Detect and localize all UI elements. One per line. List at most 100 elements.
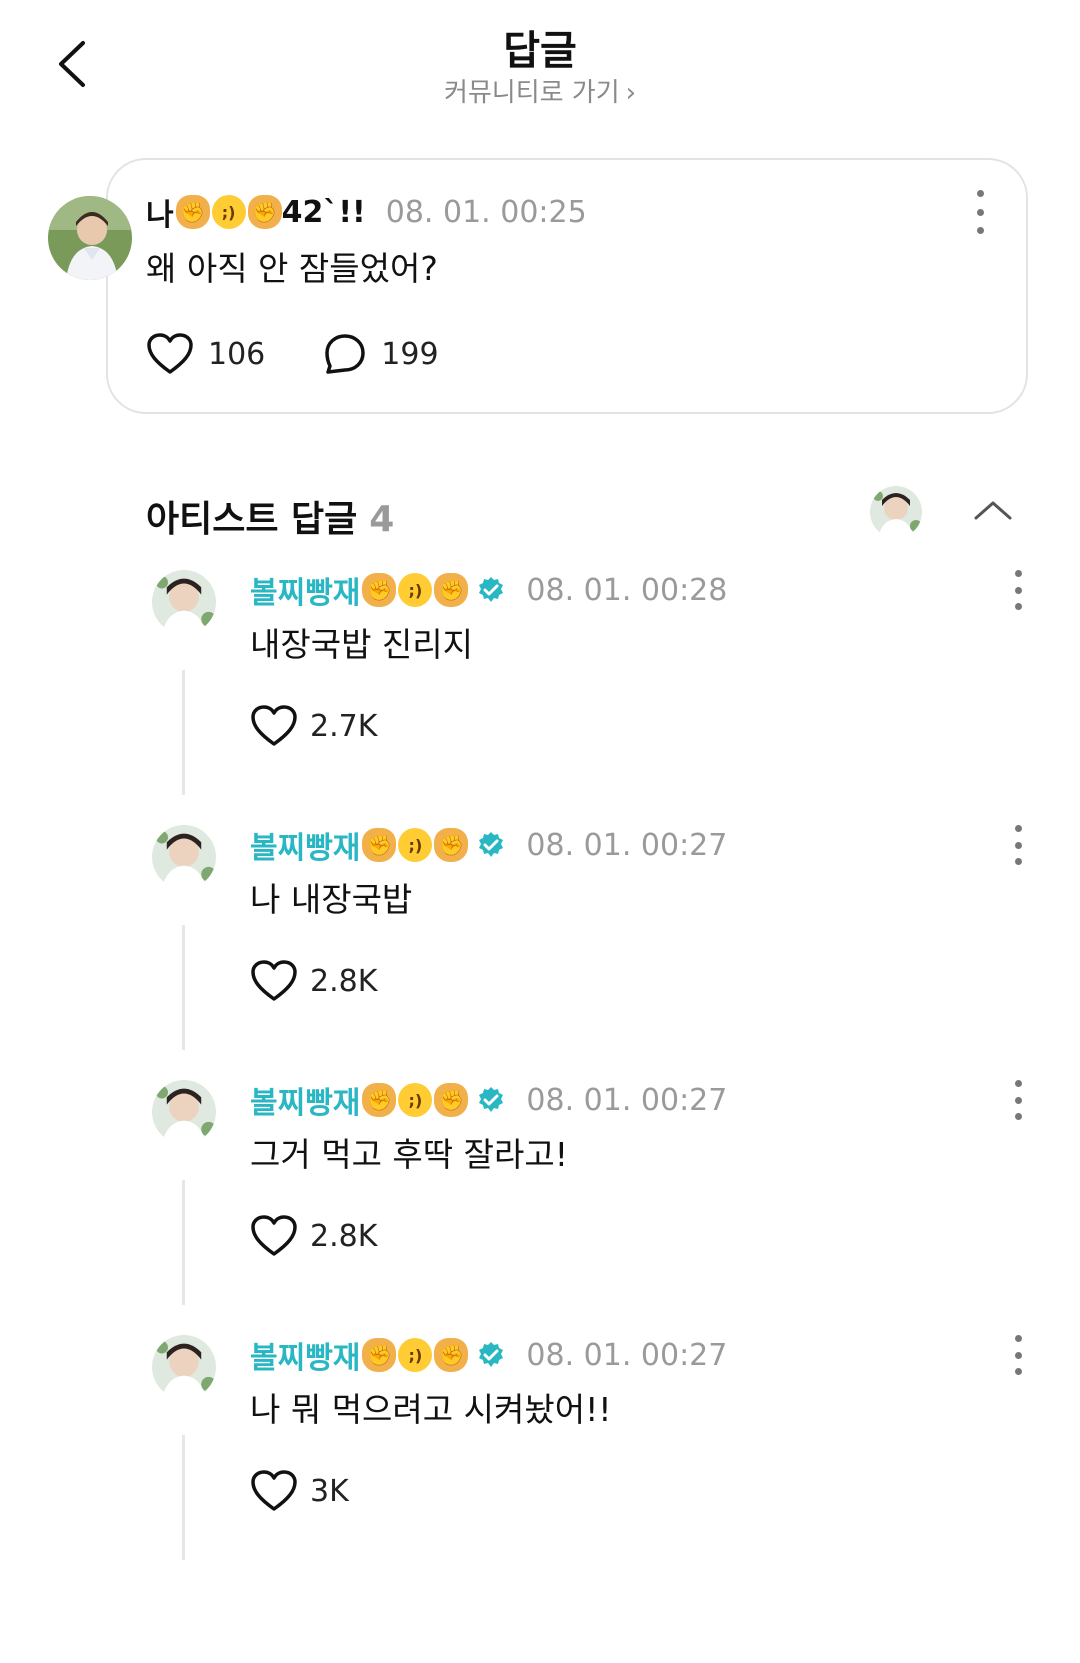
collapse-button[interactable] (970, 490, 1016, 530)
thread-line (182, 925, 185, 1050)
artist-name[interactable]: 볼찌빵재 ✊ ;) ✊ (250, 1078, 469, 1122)
more-dot-icon (1014, 841, 1022, 849)
like-button[interactable]: 106 (146, 332, 265, 376)
more-dot-icon (1014, 1351, 1022, 1359)
winking-face-emoji-icon: ;) (398, 828, 433, 862)
profile-photo-icon (48, 196, 132, 280)
raised-fist-emoji-icon: ✊ (362, 1338, 397, 1372)
reply-item: 볼찌빵재 ✊ ;) ✊ 08. 01. 00:27 나 내장국밥 2.8K (0, 825, 1080, 1093)
reply-author-row: 볼찌빵재 ✊ ;) ✊ 08. 01. 00:27 (250, 1078, 728, 1122)
community-link-label: 커뮤니티로 가기 (443, 78, 620, 108)
artist-name[interactable]: 볼찌빵재 ✊ ;) ✊ (250, 823, 469, 867)
avatar[interactable] (152, 825, 216, 889)
post-author-row: 나 ✊ ;) ✊ 42`!! 08. 01. 00:25 (146, 190, 587, 234)
raised-fist-emoji-icon: ✊ (434, 828, 469, 862)
speech-bubble-icon (325, 334, 366, 374)
artist-name-text: 볼찌빵재 (250, 576, 361, 611)
raised-fist-emoji-icon: ✊ (362, 828, 397, 862)
raised-fist-emoji-icon: ✊ (434, 1083, 469, 1117)
chevron-up-icon (974, 501, 1012, 520)
thread-line (182, 670, 185, 795)
more-dot-icon (1014, 1096, 1022, 1104)
post-text: 왜 아직 안 잠들었어? (146, 249, 438, 288)
winking-face-emoji-icon: ;) (398, 573, 433, 607)
artist-replies-title: 아티스트 답글 (146, 499, 358, 540)
more-dot-icon (1014, 1335, 1022, 1342)
profile-photo-icon (152, 570, 216, 634)
reply-author-row: 볼찌빵재 ✊ ;) ✊ 08. 01. 00:27 (250, 1333, 728, 1377)
reply-screen: 답글 커뮤니티로 가기 › 나 ✊ ;) ✊ 42`!! 08. 01. 00:2… (0, 0, 1080, 1663)
heart-icon (251, 1215, 297, 1256)
winking-face-emoji-icon: ;) (398, 1338, 433, 1372)
avatar[interactable] (48, 196, 132, 280)
raised-fist-emoji-icon: ✊ (434, 573, 469, 607)
avatar[interactable] (152, 570, 216, 634)
like-count: 2.7K (310, 708, 378, 744)
artist-replies-count: 4 (369, 499, 395, 540)
profile-photo-icon (152, 1080, 216, 1144)
more-dot-icon (1014, 1368, 1022, 1375)
artist-name[interactable]: 볼찌빵재 ✊ ;) ✊ (250, 568, 469, 612)
more-options-button[interactable] (968, 190, 992, 234)
more-options-button[interactable] (1008, 825, 1028, 865)
reply-date: 08. 01. 00:27 (526, 1082, 728, 1118)
reply-text: 나 내장국밥 (250, 880, 413, 919)
more-dot-icon (1014, 570, 1022, 577)
comment-button[interactable]: 199 (323, 332, 439, 376)
heart-icon (147, 333, 193, 374)
profile-photo-icon (870, 486, 922, 538)
reply-text: 그거 먹고 후딱 잘라고! (250, 1135, 568, 1174)
more-options-button[interactable] (1008, 570, 1028, 610)
post-actions: 106 199 (146, 332, 497, 376)
like-count: 3K (310, 1473, 349, 1509)
artist-name[interactable]: 볼찌빵재 ✊ ;) ✊ (250, 1333, 469, 1377)
reply-date: 08. 01. 00:27 (526, 1337, 728, 1373)
avatar[interactable] (152, 1080, 216, 1144)
winking-face-emoji-icon: ;) (398, 1083, 433, 1117)
verified-badge-icon (476, 1085, 506, 1115)
more-dot-icon (976, 208, 984, 216)
more-dot-icon (1014, 1080, 1022, 1087)
profile-photo-icon (152, 1335, 216, 1399)
like-button[interactable]: 2.8K (250, 959, 377, 1003)
comment-count: 199 (381, 336, 439, 372)
avatar[interactable] (152, 1335, 216, 1399)
reply-item: 볼찌빵재 ✊ ;) ✊ 08. 01. 00:27 나 뭐 먹으려고 시켜놨어!… (0, 1335, 1080, 1603)
like-count: 106 (208, 336, 266, 372)
author-name-suffix: 42`!! (281, 194, 366, 230)
more-dot-icon (976, 227, 984, 234)
raised-fist-emoji-icon: ✊ (362, 573, 397, 607)
author-name-prefix: 나 (146, 198, 174, 233)
heart-icon (251, 960, 297, 1001)
heart-icon (251, 1470, 297, 1511)
reply-item: 볼찌빵재 ✊ ;) ✊ 08. 01. 00:27 그거 먹고 후딱 잘라고! … (0, 1080, 1080, 1348)
page-title: 답글 (503, 28, 577, 74)
chevron-right-icon: › (625, 78, 637, 108)
thread-line (182, 1435, 185, 1560)
artist-avatar[interactable] (870, 486, 922, 538)
reply-date: 08. 01. 00:27 (526, 827, 728, 863)
reply-author-row: 볼찌빵재 ✊ ;) ✊ 08. 01. 00:28 (250, 568, 727, 612)
artist-name-text: 볼찌빵재 (250, 1341, 361, 1376)
more-dot-icon (1014, 858, 1022, 865)
reply-author-row: 볼찌빵재 ✊ ;) ✊ 08. 01. 00:27 (250, 823, 728, 867)
reply-item: 볼찌빵재 ✊ ;) ✊ 08. 01. 00:28 내장국밥 진리지 2.7K (0, 570, 1080, 838)
raised-fist-emoji-icon: ✊ (175, 195, 210, 229)
more-options-button[interactable] (1008, 1335, 1028, 1375)
thread-line (182, 1180, 185, 1305)
verified-badge-icon (476, 575, 506, 605)
like-button[interactable]: 3K (250, 1469, 349, 1513)
more-dot-icon (1014, 603, 1022, 610)
like-count: 2.8K (310, 1218, 378, 1254)
reply-text: 내장국밥 진리지 (250, 625, 474, 664)
artist-name-text: 볼찌빵재 (250, 1086, 361, 1121)
community-link[interactable]: 커뮤니티로 가기 › (0, 72, 1080, 109)
reply-text: 나 뭐 먹으려고 시켜놨어!! (250, 1390, 612, 1429)
post-author-name[interactable]: 나 ✊ ;) ✊ 42`!! (146, 190, 366, 234)
like-button[interactable]: 2.7K (250, 704, 377, 748)
artist-name-text: 볼찌빵재 (250, 831, 361, 866)
raised-fist-emoji-icon: ✊ (362, 1083, 397, 1117)
profile-photo-icon (152, 825, 216, 889)
like-button[interactable]: 2.8K (250, 1214, 377, 1258)
more-options-button[interactable] (1008, 1080, 1028, 1120)
